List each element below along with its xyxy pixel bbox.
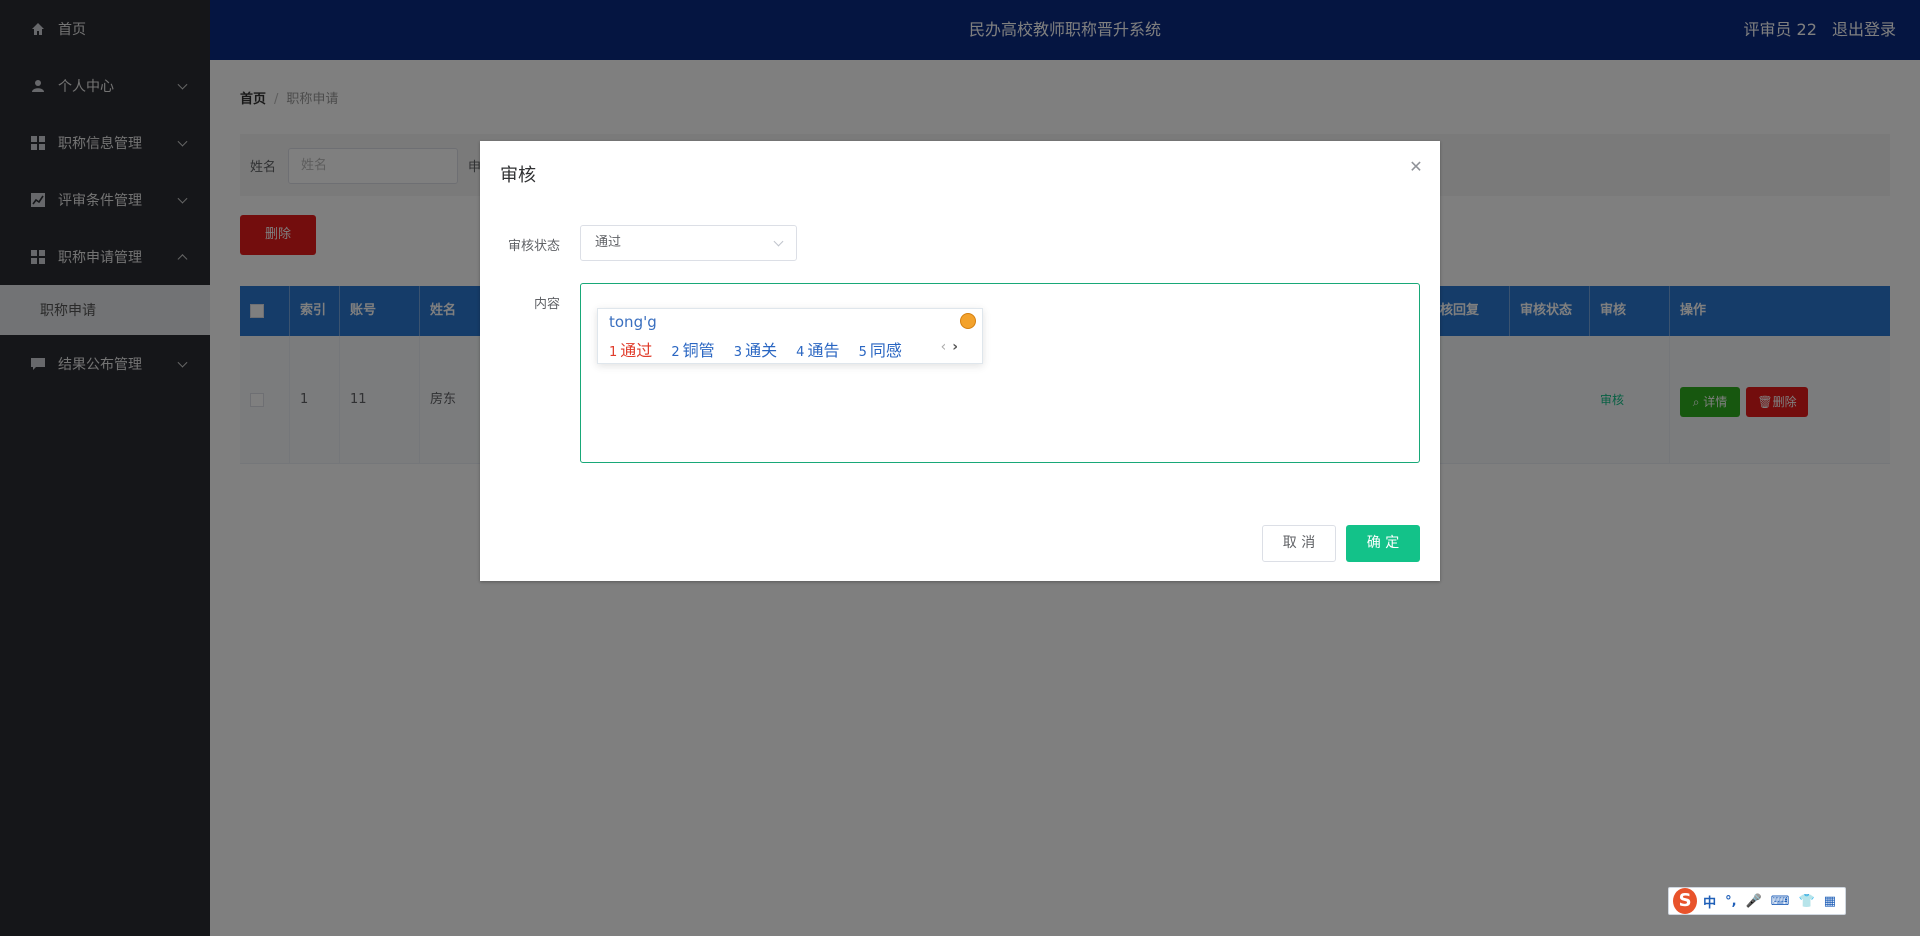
content-label: 内容 [533,297,560,312]
cancel-button[interactable]: 取 消 [1262,525,1336,562]
microphone-icon[interactable]: 🎤 [1746,894,1762,909]
ime-candidate[interactable]: 4 通告 [796,341,839,360]
ime-candidate-popup: tong'g 1 通过 2 铜管 3 通关 4 通告 5 同感 ‹ › [597,308,983,364]
keyboard-icon[interactable]: ⌨ [1771,894,1790,909]
chevron-down-icon [773,236,784,247]
ime-chinese-mode[interactable]: 中 [1703,892,1716,911]
ime-skin-icon[interactable] [960,313,976,329]
content-textarea[interactable]: tong'g 1 通过 2 铜管 3 通关 4 通告 5 同感 ‹ › [580,283,1420,463]
status-label: 审核状态 [507,239,560,254]
ime-toolbar: S 中 °, 🎤 ⌨ 👕 ▦ [1668,887,1846,915]
status-value: 通过 [595,235,622,250]
ime-candidate[interactable]: 2 铜管 [671,341,714,360]
sogou-logo-icon[interactable]: S [1673,888,1698,914]
dialog-title: 审核 [500,165,536,186]
ime-punctuation[interactable]: °, [1725,894,1736,909]
status-select[interactable]: 通过 [580,225,797,261]
ime-candidate[interactable]: 5 同感 [859,341,902,360]
close-icon[interactable]: ✕ [1408,159,1424,175]
ime-next-page[interactable]: › [952,339,958,355]
skin-icon[interactable]: 👕 [1799,894,1815,909]
ime-page-nav: ‹ › [941,339,958,355]
ime-candidate[interactable]: 3 通关 [734,341,777,360]
confirm-button[interactable]: 确 定 [1346,525,1420,562]
ime-candidate[interactable]: 1 通过 [609,341,652,360]
app-root: 首页 个人中心 职称信息管理 评审条件管理 职称申请管理 职称申请 结果公布管理 [0,0,1920,936]
ime-prev-page[interactable]: ‹ [941,339,947,355]
toolbox-icon[interactable]: ▦ [1824,894,1836,909]
ime-pinyin: tong'g [609,313,657,331]
audit-dialog: 审核 ✕ 审核状态 通过 内容 tong'g 1 通过 2 铜管 3 通关 4 通告 5… [480,141,1440,581]
ime-candidates: 1 通过 2 铜管 3 通关 4 通告 5 同感 [609,337,916,361]
